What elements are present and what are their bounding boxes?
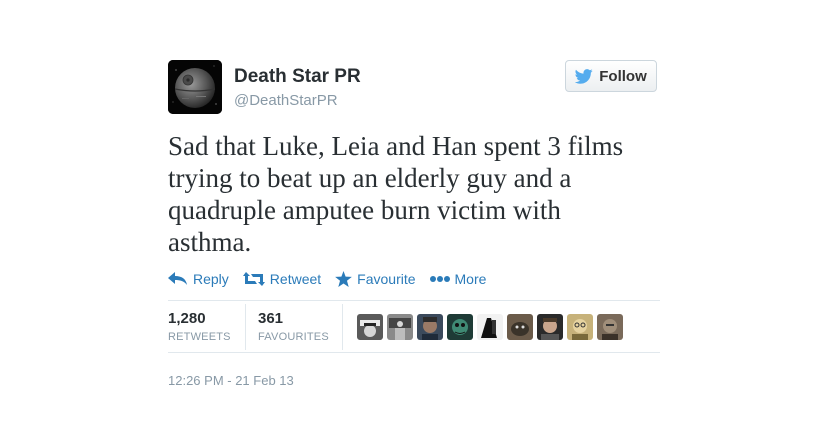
retweet-action[interactable]: Retweet: [242, 271, 322, 287]
reply-action[interactable]: Reply: [168, 271, 229, 287]
more-action[interactable]: More: [429, 271, 487, 287]
tweet-card: Death Star PR @DeathStarPR Follow Sad th…: [0, 0, 822, 430]
stat-separator: [342, 304, 343, 350]
follow-label: Follow: [599, 67, 647, 85]
more-label: More: [454, 271, 487, 287]
user-avatar[interactable]: [597, 314, 623, 340]
tweet-text: Sad that Luke, Leia and Han spent 3 film…: [168, 130, 658, 258]
user-avatar[interactable]: [537, 314, 563, 340]
star-icon: [335, 271, 353, 287]
tweet-line: asthma.: [168, 227, 252, 257]
user-handle[interactable]: @DeathStarPR: [234, 92, 338, 109]
more-dots-icon: [429, 276, 450, 282]
user-avatar[interactable]: [477, 314, 503, 340]
stat-separator: [245, 304, 246, 350]
twitter-bird-icon: [575, 68, 593, 84]
retweet-icon: [242, 272, 265, 286]
user-avatar[interactable]: [507, 314, 533, 340]
profile-avatar[interactable]: [168, 60, 222, 114]
favourites-stat[interactable]: 361 FAVOURITES: [258, 310, 329, 343]
user-avatar[interactable]: [447, 314, 473, 340]
favourites-label: FAVOURITES: [258, 331, 329, 343]
reply-label: Reply: [193, 271, 229, 287]
user-avatar[interactable]: [417, 314, 443, 340]
favourites-count: 361: [258, 310, 284, 327]
death-star-icon: [168, 60, 222, 114]
user-avatar[interactable]: [357, 314, 383, 340]
divider: [168, 352, 660, 353]
reply-icon: [168, 272, 187, 285]
tweet-actions: Reply Retweet Favourite More: [168, 268, 500, 290]
favouriters-avatars: [357, 314, 623, 340]
retweets-count: 1,280: [168, 310, 206, 327]
display-name[interactable]: Death Star PR: [234, 66, 361, 88]
retweets-stat[interactable]: 1,280 RETWEETS: [168, 310, 231, 343]
tweet-timestamp[interactable]: 12:26 PM - 21 Feb 13: [168, 373, 294, 388]
retweets-label: RETWEETS: [168, 331, 231, 343]
divider: [168, 300, 660, 301]
retweet-label: Retweet: [269, 271, 322, 287]
favourite-label: Favourite: [357, 271, 416, 287]
tweet-line: quadruple amputee burn victim with: [168, 195, 561, 225]
follow-button[interactable]: Follow: [565, 60, 657, 92]
user-avatar[interactable]: [387, 314, 413, 340]
tweet-line: Sad that Luke, Leia and Han spent 3 film…: [168, 131, 624, 161]
favourite-action[interactable]: Favourite: [335, 271, 416, 287]
tweet-line: trying to beat up an elderly guy and a: [168, 163, 572, 193]
user-avatar[interactable]: [567, 314, 593, 340]
